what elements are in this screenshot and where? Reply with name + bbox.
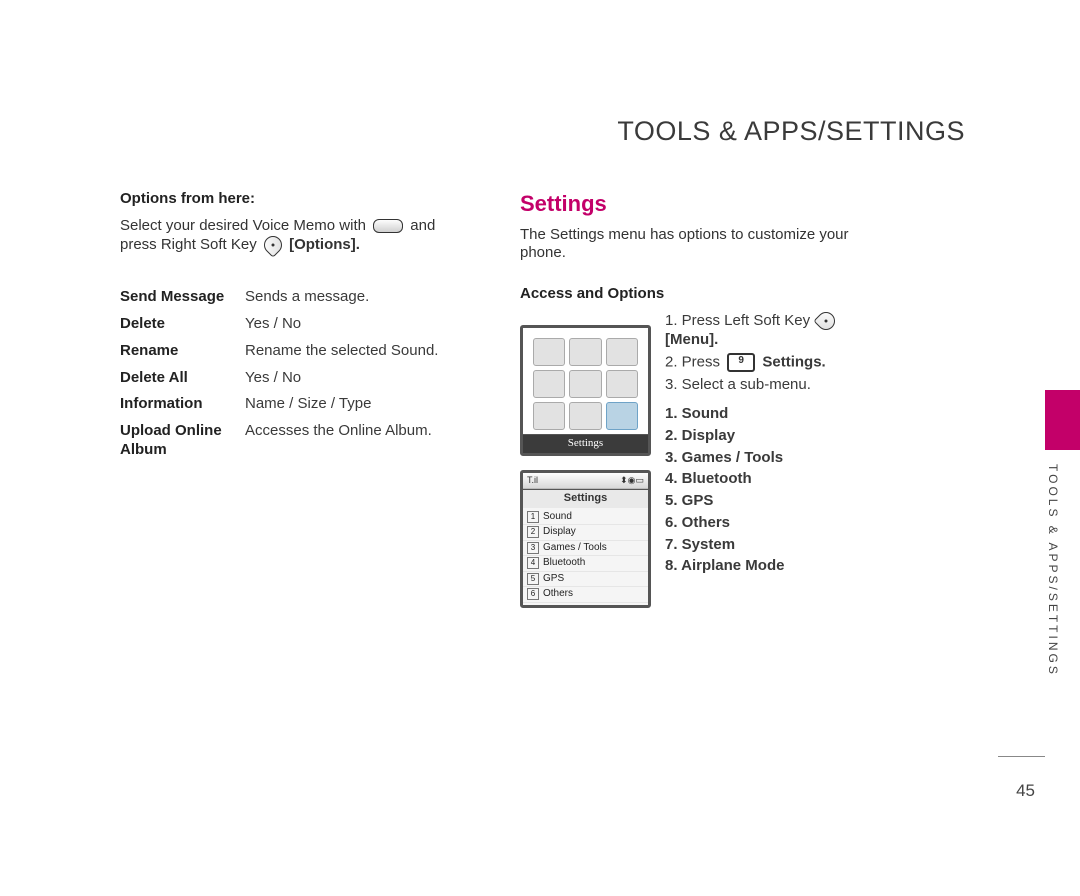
list-item: 5. GPS [665,492,875,511]
options-heading: Options from here: [120,190,475,209]
thumb-menu: 1Sound 2Display 3Games / Tools 4Bluetoot… [523,508,648,605]
list-item: 3Games / Tools [523,541,648,557]
instr-c: [Options]. [289,236,360,253]
table-row: Delete AllYes / No [120,365,475,392]
side-rule [998,756,1045,757]
table-row: DeleteYes / No [120,311,475,338]
phone-grid-thumb: Settings [520,325,651,456]
instr-a: Select your desired Voice Memo with [120,217,366,234]
key-9-icon: 9 [727,353,755,372]
grid-icon [533,402,565,430]
access-heading: Access and Options [520,285,875,304]
list-item: 1. Sound [665,405,875,424]
page-number: 45 [1016,780,1035,801]
list-item: 4Bluetooth [523,556,648,572]
settings-desc: The Settings menu has options to customi… [520,226,875,264]
table-row: RenameRename the selected Sound. [120,338,475,365]
list-item: 6. Others [665,514,875,533]
step-3: 3. Select a sub-menu. [665,376,875,395]
list-item: 2. Display [665,427,875,446]
voice-memo-instruction: Select your desired Voice Memo with and … [120,217,475,255]
grid-icon [606,338,638,366]
side-tab: TOOLS & APPS/SETTINGS [1045,390,1080,677]
step-2: 2. Press 9 Settings. [665,353,875,372]
list-item: 3. Games / Tools [665,449,875,468]
grid-icon [533,370,565,398]
table-row: Upload Online AlbumAccesses the Online A… [120,418,475,464]
list-item: 1Sound [523,510,648,526]
manual-page: TOOLS & APPS/SETTINGS Options from here:… [0,0,1080,896]
submenu-list: 1. Sound 2. Display 3. Games / Tools 4. … [665,405,875,576]
center-key-icon [373,219,403,233]
list-item: 5GPS [523,572,648,588]
access-steps: 1. Press Left Soft Key [Menu]. 2. Press … [665,312,875,576]
left-soft-key-icon [814,308,839,333]
page-header: TOOLS & APPS/SETTINGS [617,115,965,149]
phone-list-thumb: T.il ⬍◉▭ Settings 1Sound 2Display 3Games… [520,470,651,608]
thumb-caption: Settings [523,434,648,453]
list-item: 8. Airplane Mode [665,557,875,576]
list-item: 7. System [665,536,875,555]
grid-icon-selected [606,402,638,430]
right-column: Settings The Settings menu has options t… [520,190,875,579]
settings-title: Settings [520,190,875,218]
magenta-tab [1045,390,1080,450]
side-label: TOOLS & APPS/SETTINGS [1045,464,1060,677]
thumb-title: Settings [523,489,648,508]
list-item: 4. Bluetooth [665,470,875,489]
grid-icon [533,338,565,366]
list-item: 6Others [523,587,648,603]
grid-icon [569,370,601,398]
phone-thumbnails: Settings T.il ⬍◉▭ Settings 1Sound 2Displ… [520,325,651,622]
left-column: Options from here: Select your desired V… [120,190,475,464]
status-left: T.il [527,475,538,486]
step-1: 1. Press Left Soft Key [Menu]. [665,312,875,350]
right-soft-key-icon [260,232,285,257]
table-row: Send MessageSends a message. [120,284,475,311]
grid-icon [569,402,601,430]
grid-icon [569,338,601,366]
table-row: InformationName / Size / Type [120,391,475,418]
status-right: ⬍◉▭ [620,475,644,486]
list-item: 2Display [523,525,648,541]
grid-icon [606,370,638,398]
options-table: Send MessageSends a message. DeleteYes /… [120,284,475,463]
thumb-statusbar: T.il ⬍◉▭ [523,473,648,489]
